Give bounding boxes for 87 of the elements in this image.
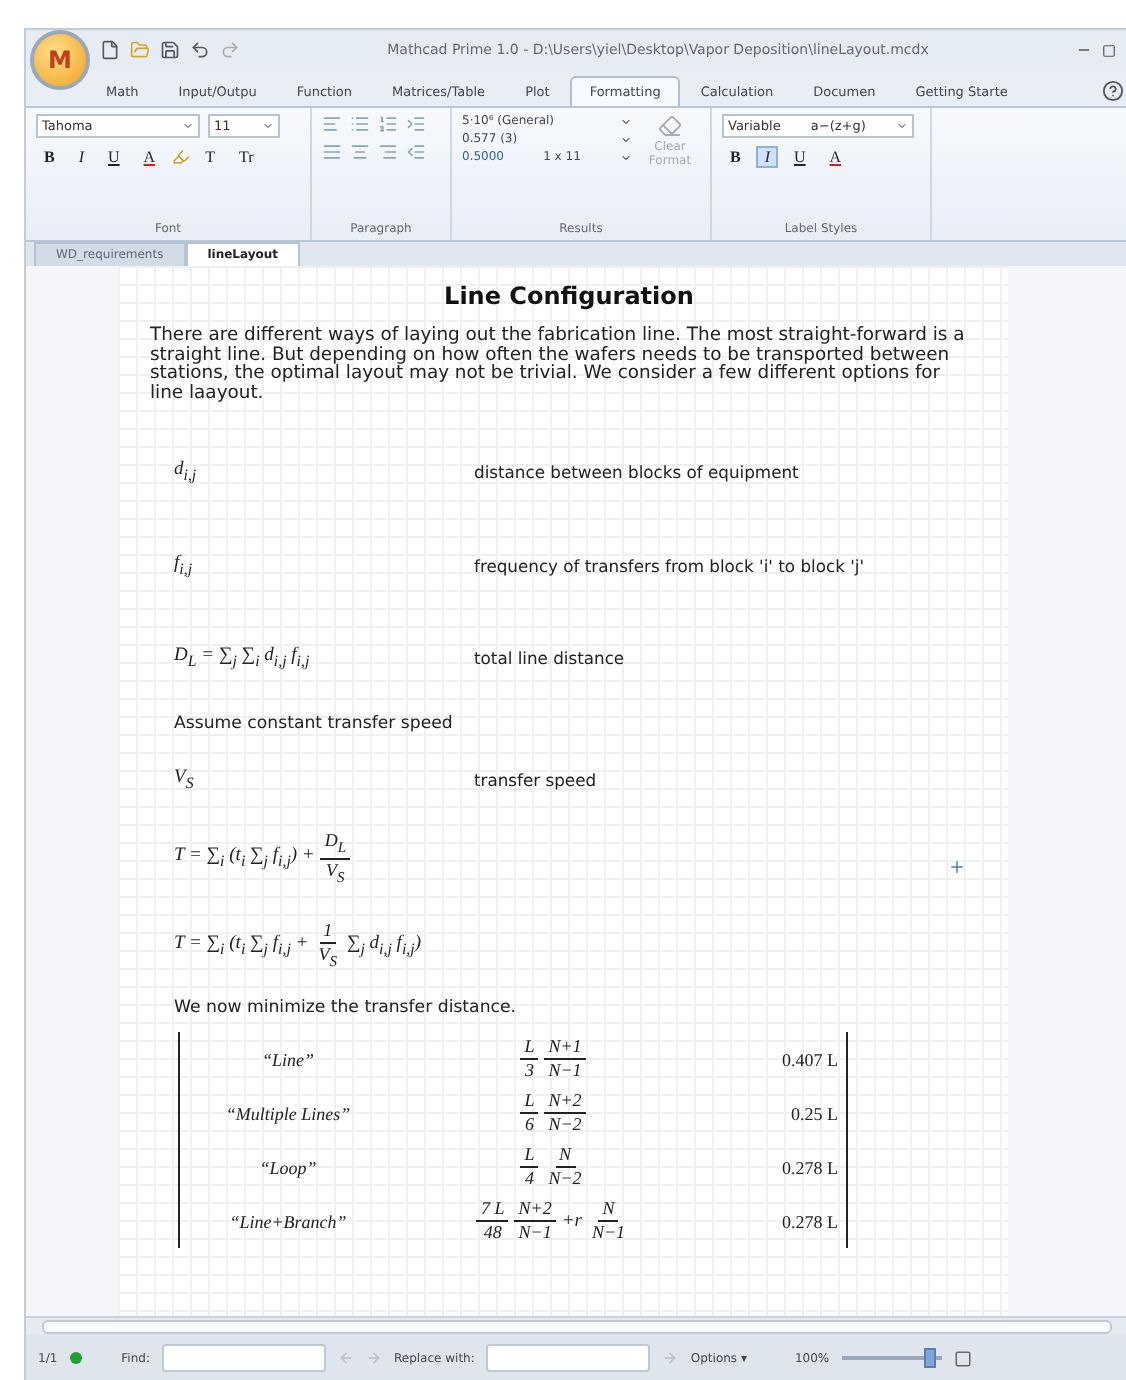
zoom-thumb[interactable] (923, 1348, 936, 1368)
matrix-value: 0.25 L (789, 1103, 838, 1124)
caret-icon[interactable] (262, 120, 274, 132)
indent-icon[interactable] (406, 114, 426, 134)
denominator: N−1 (589, 1222, 628, 1245)
denominator: 3 (522, 1060, 536, 1083)
new-file-icon[interactable] (100, 40, 120, 60)
denominator: 48 (481, 1222, 504, 1245)
denominator: N−2 (546, 1168, 584, 1191)
style-button[interactable]: U (100, 146, 128, 168)
style-button[interactable]: U (786, 146, 814, 168)
status-dot (69, 1352, 82, 1364)
text-region: Assume constant transfer speed (172, 713, 455, 734)
math-expression: V$_{S}$ (174, 767, 196, 792)
app-logo[interactable]: M (30, 30, 90, 90)
highlighter-icon[interactable] (171, 148, 190, 166)
align-justify-icon[interactable] (322, 142, 342, 162)
folder-icon[interactable] (130, 40, 150, 60)
numerator: N (598, 1198, 619, 1223)
help-icon[interactable] (1102, 80, 1124, 102)
matrix-value: 0.278 L (780, 1211, 838, 1232)
math-term: T = ∑$_{i}$ (t$_{i}$ ∑$_{j}$ f$_{i,j}$ + (174, 934, 309, 959)
denominator: N−1 (546, 1060, 584, 1083)
numerator: D$_{L}$ (320, 830, 351, 860)
math-expression: D$_{L}$ = ∑$_{j}$ ∑$_{i}$ d$_{i,j}$ f$_{i,j}$ (174, 645, 312, 670)
worksheet-title: Line Configuration (442, 282, 696, 310)
description-text: transfer speed (474, 769, 597, 790)
outdent-icon[interactable] (406, 142, 426, 162)
replace-field[interactable] (486, 1344, 651, 1372)
matrix-label: “Line+Branch” (227, 1211, 349, 1232)
text-size-button[interactable]: Tr (230, 146, 262, 168)
numbered-list-icon[interactable] (378, 114, 398, 134)
matrix-value: 0.407 L (780, 1049, 838, 1070)
style-button[interactable]: I (70, 146, 93, 168)
caret-icon[interactable] (182, 120, 194, 132)
font-color-button[interactable]: A (821, 146, 850, 168)
crosshair-icon (948, 858, 966, 876)
align-left-icon[interactable] (322, 114, 342, 134)
style-button[interactable]: B (36, 146, 63, 168)
math-expression: f$_{i,j}$ (174, 554, 195, 579)
denominator: 4 (522, 1168, 536, 1191)
matrix-value: 0.278 L (780, 1157, 838, 1178)
undo-icon[interactable] (190, 40, 210, 60)
find-field[interactable] (161, 1344, 326, 1372)
eraser-icon[interactable] (658, 114, 682, 138)
denominator: V$_{S}$ (316, 944, 339, 973)
math-term: ∑$_{j}$ d$_{i,j}$ f$_{i,j}$) (346, 934, 421, 959)
description-text: total line distance (474, 647, 625, 668)
align-right-icon[interactable] (378, 142, 398, 162)
previous-icon[interactable] (337, 1350, 354, 1366)
next-icon[interactable] (365, 1350, 382, 1366)
text-size-button[interactable]: T (197, 146, 223, 168)
text-region: We now minimize the transfer distance. (172, 998, 519, 1019)
numerator: N (555, 1144, 576, 1169)
denominator: N−2 (546, 1114, 584, 1137)
numerator: L (520, 1090, 539, 1115)
scrollbar-thumb[interactable] (42, 1319, 1112, 1333)
description-text: frequency of transfers from block 'i' to block 'j' (474, 556, 865, 577)
denominator: 6 (522, 1114, 536, 1137)
numerator: N+1 (544, 1036, 586, 1061)
matrix-label: “Multiple Lines” (223, 1103, 353, 1124)
description-text: distance between blocks of equipment (474, 462, 799, 483)
save-icon[interactable] (160, 40, 180, 60)
list-icon[interactable] (350, 114, 370, 134)
numerator: 1 (319, 920, 337, 945)
caret-icon[interactable] (895, 120, 908, 132)
font-color-button[interactable]: A (135, 146, 164, 168)
numerator: L (520, 1036, 539, 1061)
numerator: N+2 (514, 1198, 556, 1223)
math-term: T = ∑$_{i}$ (t$_{i}$ ∑$_{j}$ f$_{i,j}$) + (174, 846, 315, 871)
numerator: L (520, 1144, 539, 1169)
denominator: V$_{S}$ (324, 859, 347, 888)
redo-icon[interactable] (220, 40, 240, 60)
style-button[interactable]: I (756, 146, 779, 168)
matrix-label: “Line” (259, 1049, 316, 1070)
maximize-icon[interactable] (1102, 43, 1116, 57)
align-center-icon[interactable] (350, 142, 370, 162)
fit-page-icon[interactable] (953, 1349, 972, 1367)
math-expression: d$_{i,j}$ (174, 460, 199, 485)
style-button[interactable]: B (722, 146, 749, 168)
numerator: N+2 (544, 1090, 586, 1115)
replace-icon[interactable] (662, 1350, 679, 1366)
math-term: +r (561, 1211, 582, 1232)
numerator: 7 L (476, 1198, 509, 1223)
matrix-label: “Loop” (257, 1157, 319, 1178)
intro-paragraph: There are different ways of laying out the fabrication line. The most straight-forward is a straight line. But depending on how often the wafers needs to be transported between stations, the optimal layout may not be trivial. We consider a few different options for line laayout. (150, 326, 967, 403)
denominator: N−1 (516, 1222, 554, 1245)
